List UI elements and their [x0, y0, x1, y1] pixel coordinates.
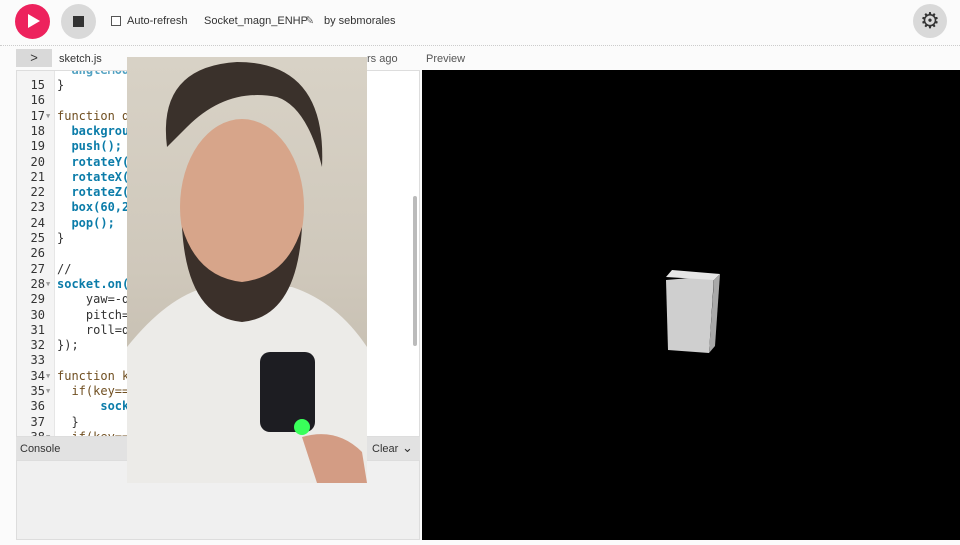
line-number: 36: [30, 399, 45, 414]
code-text: }: [57, 78, 65, 92]
settings-button[interactable]: ⚙: [913, 4, 947, 38]
code-text: if(key==: [57, 429, 130, 437]
code-text: box(60,2: [57, 200, 130, 215]
line-number: 29: [30, 292, 45, 307]
line-number: 24: [30, 215, 45, 230]
author[interactable]: by sebmorales: [324, 15, 396, 27]
code-text: pitch=: [57, 307, 130, 322]
line-number: 22: [30, 185, 45, 200]
code-text: function d: [57, 108, 130, 123]
code-text: if(key==: [57, 384, 130, 398]
gear-icon: ⚙: [920, 8, 940, 33]
line-number: 37: [30, 414, 45, 429]
code-text: rotateX(: [57, 169, 130, 184]
auto-refresh-checkbox[interactable]: [111, 16, 121, 26]
code-text: sock: [57, 399, 130, 414]
fold-arrow-icon[interactable]: ▼: [46, 369, 50, 384]
line-number: 33: [30, 353, 45, 368]
sketch-preview-canvas[interactable]: [422, 70, 960, 540]
fold-arrow-icon[interactable]: ▼: [46, 277, 50, 292]
fold-arrow-icon[interactable]: ▼: [46, 109, 50, 124]
preview-label: Preview: [426, 53, 466, 65]
line-number: 28: [30, 276, 45, 291]
code-text: }: [57, 231, 65, 245]
code-text: }: [57, 414, 79, 429]
line-number: 35: [30, 384, 45, 398]
line-number: 18: [30, 123, 45, 138]
code-text: push();: [57, 139, 123, 154]
saved-status: rs ago: [367, 53, 398, 65]
fold-arrow-icon[interactable]: ▼: [46, 384, 50, 399]
chevron-right-icon: >: [30, 50, 38, 65]
line-number: 34: [30, 368, 45, 383]
pencil-icon[interactable]: ✎: [305, 14, 314, 27]
editor-scrollbar[interactable]: [413, 196, 417, 346]
code-text: socket.on(: [57, 276, 130, 291]
tab-sketch-js[interactable]: sketch.js: [59, 53, 102, 65]
auto-refresh-label: Auto-refresh: [127, 15, 188, 27]
code-text: pop();: [57, 215, 115, 230]
expand-sidebar-button[interactable]: >: [16, 49, 52, 67]
rotating-box: [666, 270, 720, 353]
line-number: 30: [30, 307, 45, 322]
console-label: Console: [20, 443, 61, 455]
line-number: 20: [30, 154, 45, 169]
line-number: 26: [30, 246, 45, 261]
code-text: //: [57, 261, 72, 276]
clear-console-button[interactable]: Clear: [372, 443, 398, 455]
line-number: 27: [30, 261, 45, 276]
person-photo: [127, 62, 367, 483]
line-number: 32: [30, 338, 45, 353]
code-text: function k: [57, 368, 130, 383]
toolbar: Auto-refresh Socket_magn_ENHP ✎ by sebmo…: [0, 0, 960, 46]
line-number: 16: [30, 93, 45, 108]
line-number: 17: [30, 108, 45, 123]
chevron-down-icon[interactable]: ⌄: [402, 440, 413, 456]
line-number: 21: [30, 169, 45, 184]
line-number: 25: [30, 231, 45, 245]
line-number: 15: [30, 78, 45, 92]
line-number: 38: [30, 429, 45, 437]
sketch-name[interactable]: Socket_magn_ENHP: [204, 15, 308, 27]
code-text: backgrou: [57, 123, 130, 138]
webcam-video-overlay: [127, 57, 367, 483]
code-text: rotateY(: [57, 154, 130, 169]
stop-button[interactable]: [61, 4, 96, 39]
code-text: roll=d: [57, 322, 130, 337]
code-text: rotateZ(: [57, 185, 130, 200]
play-button[interactable]: [15, 4, 50, 39]
line-number: 31: [30, 322, 45, 337]
fold-arrow-icon[interactable]: ▼: [46, 430, 50, 436]
code-text: yaw=-d: [57, 292, 130, 307]
code-text: });: [57, 338, 79, 353]
line-number: 23: [30, 200, 45, 215]
line-number: 19: [30, 139, 45, 154]
